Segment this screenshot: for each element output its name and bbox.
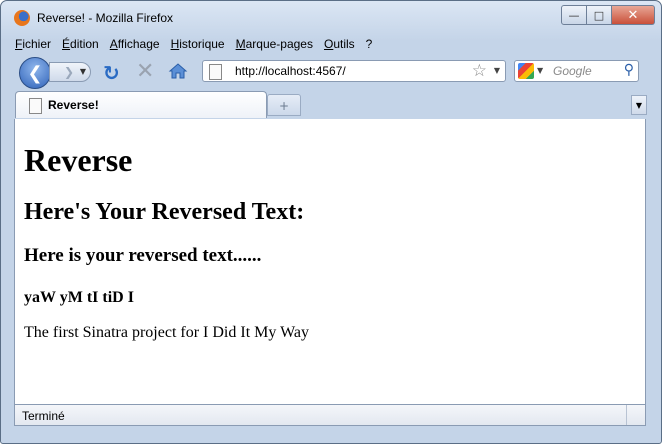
menu-historique[interactable]: Historique — [171, 37, 225, 55]
engine-dropdown-icon[interactable]: ▼ — [537, 66, 543, 75]
google-engine-icon[interactable] — [518, 63, 534, 79]
page-heading: Reverse — [24, 142, 133, 178]
search-bar[interactable]: ▼ Google ⚲ — [514, 60, 639, 82]
home-icon[interactable] — [167, 60, 189, 82]
list-all-tabs-button[interactable]: ▼ — [631, 95, 647, 115]
status-text: Terminé — [22, 409, 65, 423]
subheading: Here is your reversed text...... — [24, 245, 262, 266]
search-input[interactable]: Google — [553, 64, 592, 78]
browser-window: Reverse! - Mozilla Firefox — □ ✕ Fichier… — [0, 0, 662, 444]
resize-grip[interactable] — [626, 405, 645, 425]
firefox-logo-icon — [14, 10, 30, 26]
new-tab-button[interactable]: + — [267, 94, 301, 116]
tab-label: Reverse! — [48, 98, 99, 112]
minimize-button[interactable]: — — [561, 5, 587, 25]
magnifier-icon[interactable]: ⚲ — [624, 62, 634, 78]
history-dropdown-icon[interactable]: ▼ — [80, 67, 86, 76]
close-button[interactable]: ✕ — [612, 5, 655, 25]
reversed-text: yaW yM tI tiD I — [24, 289, 134, 306]
forward-button[interactable]: ❯ ▼ — [49, 62, 91, 82]
reload-icon[interactable]: ↻ — [103, 61, 120, 85]
back-arrow-icon[interactable]: ❮ — [19, 57, 51, 89]
menu-outils[interactable]: Outils — [324, 37, 355, 55]
maximize-button[interactable]: □ — [587, 5, 612, 25]
window-controls: — □ ✕ — [561, 5, 655, 25]
section-heading: Here's Your Reversed Text: — [24, 199, 305, 225]
menu-bar: Fichier Édition Affichage Historique Mar… — [15, 37, 372, 55]
stop-icon[interactable]: ✕ — [136, 59, 154, 84]
tab-strip: Reverse! + ▼ — [15, 91, 647, 119]
url-dropdown-icon[interactable]: ▼ — [494, 66, 500, 75]
description-paragraph: The first Sinatra project for I Did It M… — [24, 324, 310, 341]
menu-help[interactable]: ? — [366, 37, 373, 55]
url-text[interactable]: http://localhost:4567/ — [235, 64, 346, 78]
tab-page-icon — [29, 98, 42, 114]
status-bar: Terminé — [14, 404, 646, 426]
address-bar[interactable]: http://localhost:4567/ ☆ ▼ — [202, 60, 506, 82]
menu-edition[interactable]: Édition — [62, 37, 99, 55]
window-title: Reverse! - Mozilla Firefox — [37, 11, 174, 25]
menu-affichage[interactable]: Affichage — [110, 37, 160, 55]
star-icon[interactable]: ☆ — [472, 61, 487, 81]
tab-reverse[interactable]: Reverse! — [15, 91, 267, 118]
menu-marque-pages[interactable]: Marque-pages — [236, 37, 313, 55]
page-content: Reverse Here's Your Reversed Text: Here … — [14, 119, 646, 404]
forward-arrow-icon: ❯ — [64, 65, 75, 79]
title-bar: Reverse! - Mozilla Firefox — □ ✕ — [1, 1, 661, 35]
menu-fichier[interactable]: Fichier — [15, 37, 51, 55]
page-icon — [209, 64, 222, 80]
navigation-toolbar: ❮ ❯ ▼ ↻ ✕ http://localhost:4567/ ☆ ▼ ▼ G… — [15, 57, 647, 89]
